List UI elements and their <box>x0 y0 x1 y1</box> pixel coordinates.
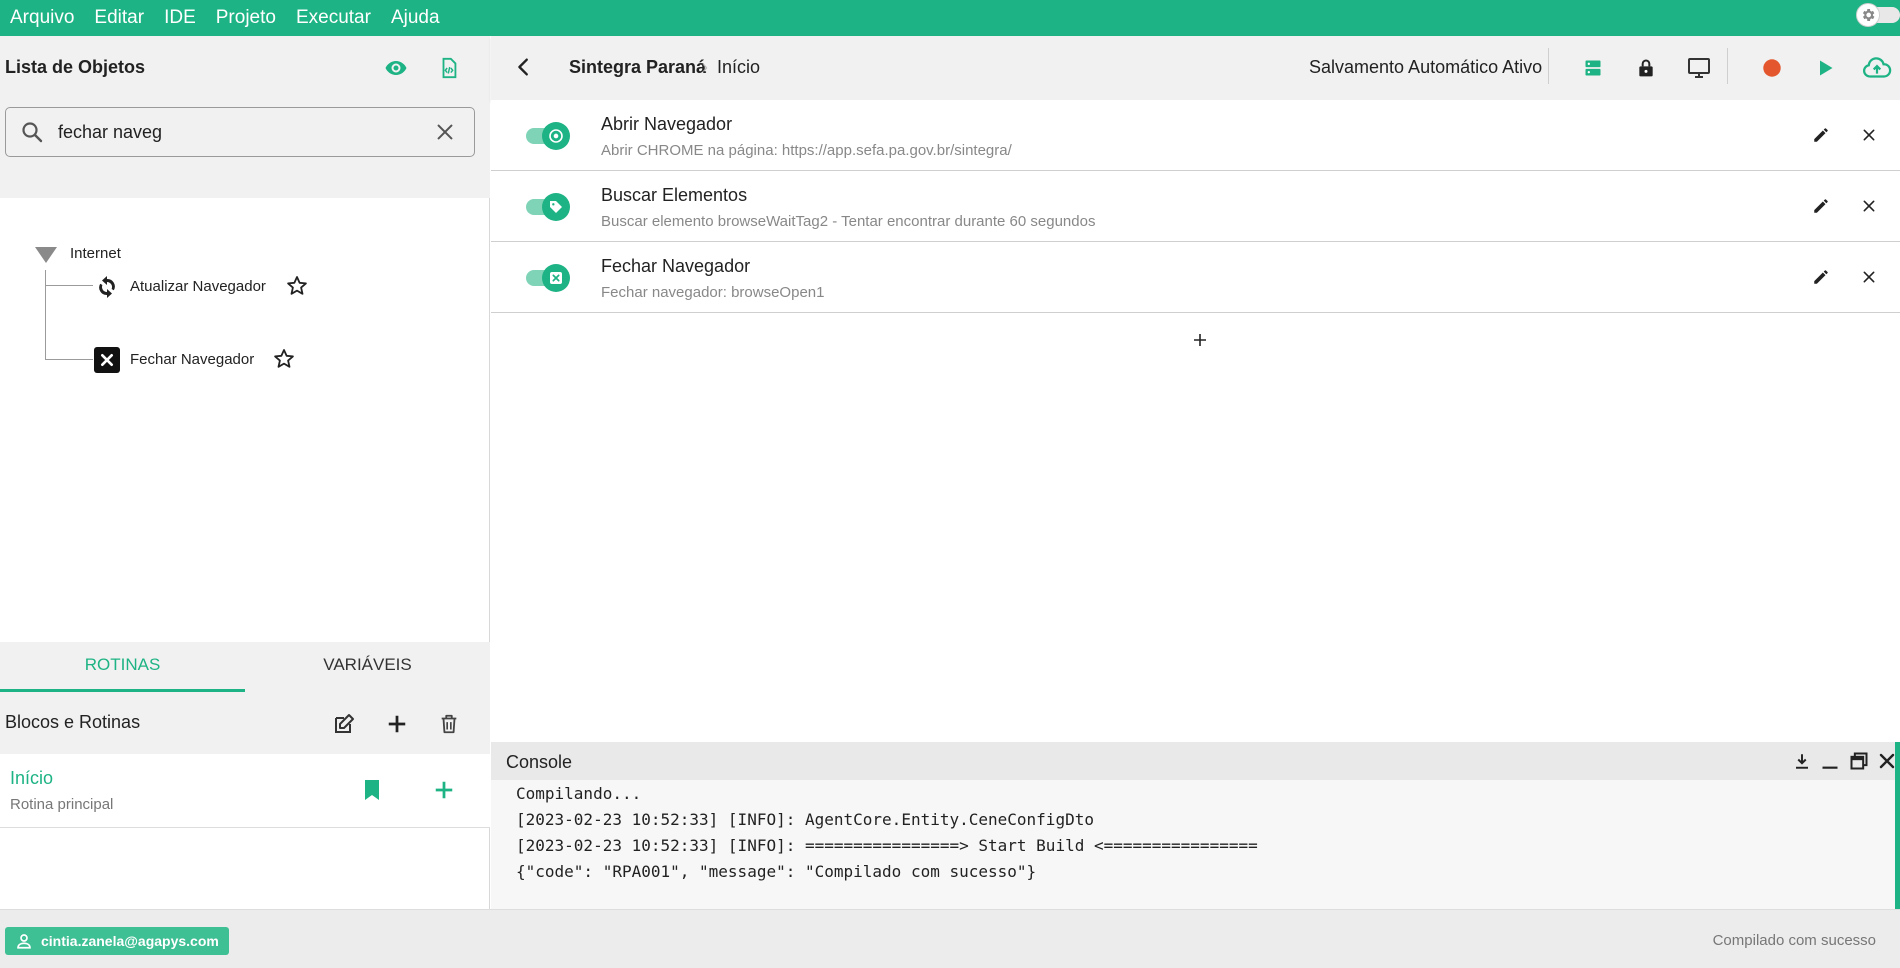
objects-tree: Internet Atualizar Navegador Fechar Nave… <box>0 198 490 638</box>
step-name: Fechar Navegador <box>601 256 751 276</box>
search-icon <box>20 120 44 144</box>
pencil-icon[interactable] <box>1807 192 1835 220</box>
play-icon[interactable] <box>1809 52 1841 84</box>
breadcrumb-separator: › <box>702 57 708 77</box>
breadcrumb-project[interactable]: Sintegra Paraná <box>569 57 706 78</box>
restore-window-icon[interactable] <box>1847 749 1871 773</box>
step-description: Fechar navegador: browseOpen1 <box>601 284 825 301</box>
lock-icon[interactable] <box>1630 52 1662 84</box>
left-panel: Lista de Objetos Internet Atual <box>0 36 490 909</box>
tab-variaveis[interactable]: VARIÁVEIS <box>245 642 490 692</box>
console-panel: Console Compilando... [2023-02-23 10:52:… <box>491 742 1900 909</box>
menu-ajuda[interactable]: Ajuda <box>381 4 450 32</box>
routine-subtitle: Rotina principal <box>10 796 114 813</box>
step-toggle[interactable] <box>526 264 570 292</box>
arrow-left-icon[interactable] <box>513 56 535 78</box>
tree-line <box>45 285 93 286</box>
close-icon[interactable] <box>434 121 456 143</box>
tree-item-label[interactable]: Atualizar Navegador <box>130 278 266 295</box>
tag-icon <box>542 193 570 221</box>
toolbar-divider <box>1727 48 1728 84</box>
tree-line <box>45 270 46 360</box>
step-description: Abrir CHROME na página: https://app.sefa… <box>601 142 1012 159</box>
cloud-upload-icon[interactable] <box>1861 52 1893 84</box>
menu-ide[interactable]: IDE <box>154 4 206 32</box>
pencil-icon[interactable] <box>1807 121 1835 149</box>
console-header: Console <box>491 742 1895 780</box>
close-box-icon <box>94 347 120 373</box>
close-icon[interactable] <box>1855 263 1883 291</box>
menu-arquivo[interactable]: Arquivo <box>0 4 84 32</box>
theme-toggle[interactable] <box>1856 2 1900 28</box>
minimize-icon[interactable] <box>1818 749 1842 773</box>
console-line: Compilando... <box>516 784 642 803</box>
tree-line <box>45 359 93 360</box>
browser-icon <box>542 122 570 150</box>
tree-item-label[interactable]: Fechar Navegador <box>130 351 254 368</box>
menu-executar[interactable]: Executar <box>286 4 381 32</box>
routine-name: Início <box>10 768 54 788</box>
status-bar: cintia.zanela@agapys.com Compilado com s… <box>0 909 1900 968</box>
star-icon[interactable] <box>272 347 296 371</box>
close-icon[interactable] <box>1855 121 1883 149</box>
console-line: [2023-02-23 10:52:33] [INFO]: ==========… <box>516 836 1258 855</box>
left-tabs: ROTINAS VARIÁVEIS <box>0 642 490 692</box>
menu-editar[interactable]: Editar <box>84 4 154 32</box>
editor-toolbar: Sintegra Paraná › Início Salvamento Auto… <box>491 36 1900 100</box>
record-icon[interactable] <box>1756 52 1788 84</box>
autosave-status: Salvamento Automático Ativo <box>1309 57 1543 77</box>
blocks-title: Blocos e Rotinas <box>5 712 141 732</box>
step-item[interactable]: Abrir Navegador Abrir CHROME na página: … <box>491 100 1900 171</box>
menu-projeto[interactable]: Projeto <box>206 4 286 32</box>
step-toggle[interactable] <box>526 193 570 221</box>
close-icon[interactable] <box>1855 192 1883 220</box>
close-box-icon <box>542 264 570 292</box>
refresh-icon <box>94 274 120 300</box>
star-icon[interactable] <box>285 274 309 298</box>
routine-item[interactable]: Início Rotina principal <box>0 754 490 828</box>
step-name: Abrir Navegador <box>601 114 733 134</box>
step-item[interactable]: Fechar Navegador Fechar navegador: brows… <box>491 242 1900 313</box>
edit-note-icon[interactable] <box>330 710 358 738</box>
menu-bar: Arquivo Editar IDE Projeto Executar Ajud… <box>0 0 1900 36</box>
bookmark-icon[interactable] <box>358 776 386 804</box>
search-area <box>0 100 490 198</box>
add-icon[interactable] <box>383 710 411 738</box>
console-line: {"code": "RPA001", "message": "Compilado… <box>516 862 1037 881</box>
triangle-down-icon[interactable] <box>34 246 58 264</box>
step-description: Buscar elemento browseWaitTag2 - Tentar … <box>601 213 1096 230</box>
user-email: cintia.zanela@agapys.com <box>41 933 219 949</box>
breadcrumb-routine[interactable]: Início <box>717 57 760 78</box>
status-message: Compilado com sucesso <box>1712 932 1876 949</box>
objects-header: Lista de Objetos <box>0 36 490 100</box>
step-name: Buscar Elementos <box>601 185 748 205</box>
gear-icon <box>1856 3 1880 27</box>
console-title: Console <box>506 752 573 772</box>
add-icon[interactable] <box>430 776 458 804</box>
console-line: [2023-02-23 10:52:33] [INFO]: AgentCore.… <box>516 810 1094 829</box>
tab-rotinas[interactable]: ROTINAS <box>0 642 245 692</box>
tree-category-label[interactable]: Internet <box>70 245 121 262</box>
user-icon <box>17 934 31 949</box>
monitor-icon[interactable] <box>1683 52 1715 84</box>
code-file-icon[interactable] <box>435 54 463 82</box>
blocks-header: Blocos e Rotinas <box>0 692 490 754</box>
step-item[interactable]: Buscar Elementos Buscar elemento browseW… <box>491 171 1900 242</box>
add-step-icon[interactable] <box>1186 326 1214 354</box>
download-icon[interactable] <box>1790 749 1814 773</box>
pencil-icon[interactable] <box>1807 263 1835 291</box>
step-toggle[interactable] <box>526 122 570 150</box>
close-icon[interactable] <box>1875 749 1899 773</box>
objects-title: Lista de Objetos <box>5 57 146 77</box>
storage-icon[interactable] <box>1577 52 1609 84</box>
toolbar-divider <box>1548 48 1549 84</box>
search-input[interactable] <box>58 118 408 146</box>
trash-icon[interactable] <box>435 710 463 738</box>
user-badge[interactable]: cintia.zanela@agapys.com <box>5 927 229 955</box>
eye-icon[interactable] <box>382 54 410 82</box>
search-box <box>5 107 475 157</box>
